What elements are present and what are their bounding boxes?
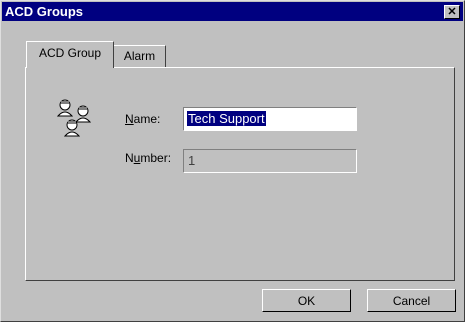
number-field: 1: [183, 149, 357, 173]
acd-groups-dialog: ACD Groups ✕ ACD Group Alarm Name: Tech …: [0, 0, 465, 322]
cancel-button[interactable]: Cancel: [367, 289, 456, 312]
name-input-value: Tech Support: [187, 111, 266, 126]
agents-group-icon: [56, 99, 92, 137]
tab-acd-group-label: ACD Group: [38, 46, 102, 60]
name-label: Name:: [125, 112, 161, 126]
title-bar[interactable]: ACD Groups ✕: [2, 2, 463, 21]
name-input[interactable]: Tech Support: [183, 107, 357, 131]
close-icon: ✕: [447, 6, 457, 18]
tab-alarm-label: Alarm: [123, 49, 156, 63]
ok-button[interactable]: OK: [262, 289, 351, 312]
window-title: ACD Groups: [5, 4, 83, 19]
number-label: Number:: [125, 151, 172, 165]
close-button[interactable]: ✕: [444, 5, 460, 19]
tab-acd-group[interactable]: ACD Group: [26, 41, 114, 70]
number-field-value: 1: [188, 153, 196, 168]
